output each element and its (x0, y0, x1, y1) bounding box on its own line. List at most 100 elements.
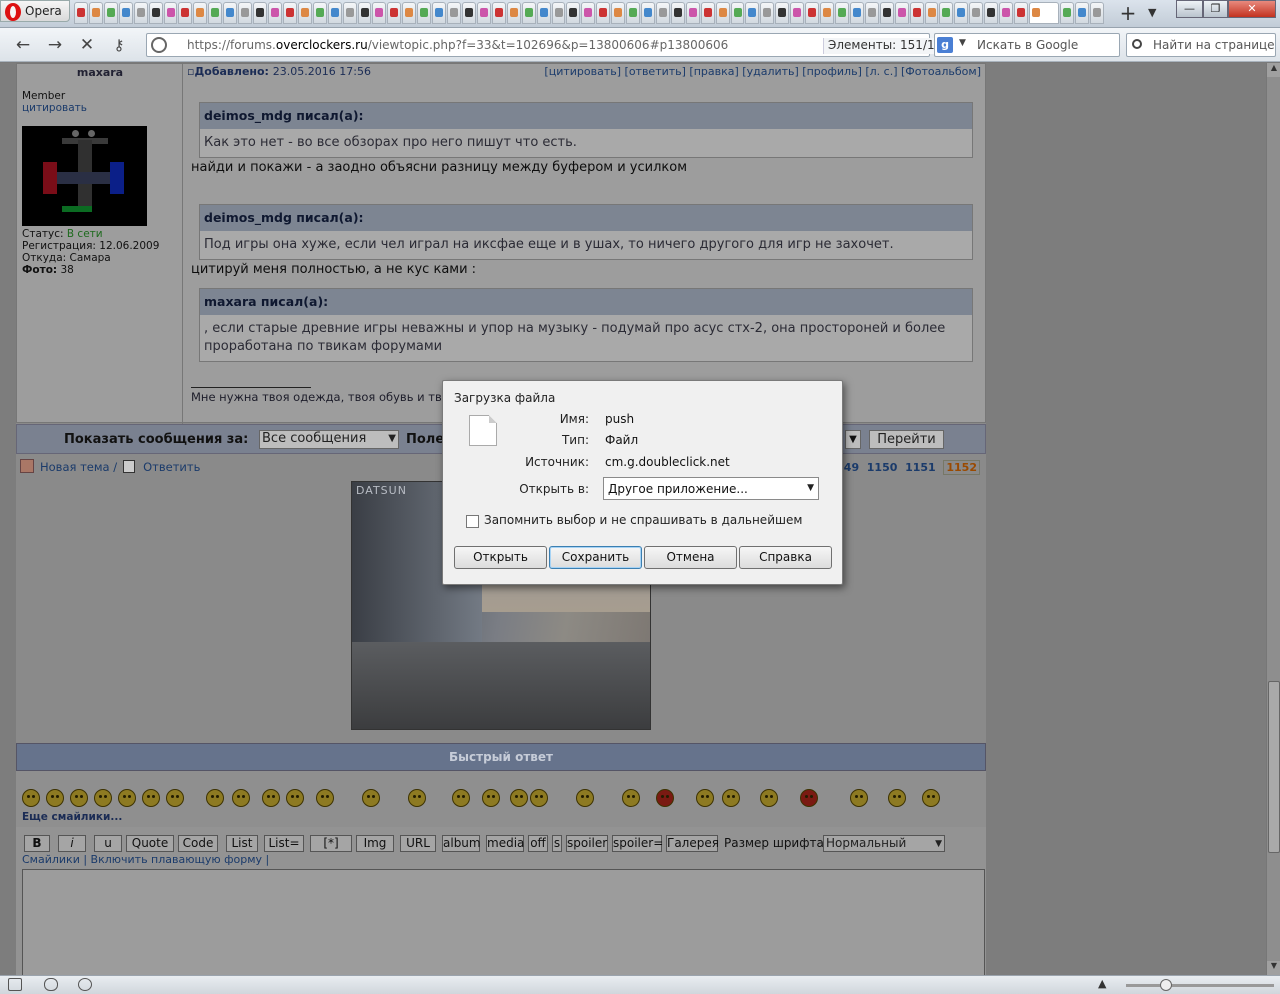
browser-tab[interactable] (1014, 2, 1028, 24)
browser-tab[interactable] (461, 2, 476, 24)
browser-tab[interactable] (566, 2, 581, 24)
browser-tab[interactable] (536, 2, 551, 24)
smiley-icon[interactable] (206, 789, 224, 807)
browser-tab[interactable] (267, 2, 282, 24)
browser-tab[interactable] (74, 2, 88, 24)
browser-tab[interactable] (984, 2, 999, 24)
toolbar-button[interactable]: Quote (126, 835, 174, 852)
editor-links[interactable]: Смайлики | Включить плавающую форму | (22, 853, 269, 866)
smiley-icon[interactable] (452, 789, 470, 807)
reply-icon[interactable] (123, 460, 136, 473)
browser-tab[interactable] (253, 2, 267, 24)
smiley-icon[interactable] (922, 789, 940, 807)
browser-tab[interactable] (730, 2, 745, 24)
toolbar-button[interactable]: Code (178, 835, 218, 852)
search-engine-dropdown-icon[interactable]: ▼ (959, 38, 966, 48)
browser-tab[interactable] (357, 2, 372, 24)
browser-tab[interactable] (506, 2, 521, 24)
toolbar-button[interactable]: media (486, 835, 524, 852)
smiley-icon[interactable] (530, 789, 548, 807)
page-scrollbar[interactable]: ▲ ▼ (1266, 63, 1280, 975)
toolbar-button[interactable]: spoiler= (612, 835, 663, 852)
page-link[interactable]: 1151 (905, 461, 936, 474)
browser-tab[interactable] (282, 2, 297, 24)
browser-tab[interactable] (327, 2, 342, 24)
sort-order-select[interactable]: ▼ (845, 430, 861, 449)
panel-toggle-icon[interactable] (8, 978, 22, 991)
browser-tab[interactable] (118, 2, 133, 24)
browser-tab[interactable] (297, 2, 312, 24)
smiley-icon[interactable] (800, 789, 818, 807)
toolbar-button[interactable]: List (226, 835, 258, 852)
tab-menu-chevron-icon[interactable]: ▼ (1148, 6, 1162, 20)
smiley-icon[interactable] (888, 789, 906, 807)
browser-tab[interactable] (969, 2, 984, 24)
smiley-icon[interactable] (576, 789, 594, 807)
browser-tab[interactable] (432, 2, 447, 24)
toolbar-button[interactable]: URL (400, 835, 436, 852)
maximize-button[interactable]: ❐ (1203, 0, 1228, 18)
toolbar-button[interactable]: s (552, 835, 562, 852)
browser-tab[interactable] (700, 2, 715, 24)
new-tab-button[interactable]: + (1118, 3, 1138, 24)
browser-tab[interactable] (208, 2, 223, 24)
wand-key-icon[interactable]: ⚷ (108, 34, 130, 56)
zoom-slider-knob[interactable] (1160, 979, 1172, 991)
zoom-up-icon[interactable]: ▲ (1098, 977, 1106, 990)
open-button[interactable]: Открыть (454, 546, 547, 569)
browser-tab[interactable] (999, 2, 1014, 24)
browser-tab[interactable] (879, 2, 894, 24)
browser-tab[interactable] (387, 2, 402, 24)
toolbar-button[interactable]: Img (356, 835, 394, 852)
toolbar-button[interactable]: B (24, 835, 50, 852)
more-smilies-link[interactable]: Еще смайлики... (22, 811, 122, 823)
site-info-icon[interactable] (151, 37, 167, 53)
browser-tab[interactable] (715, 2, 730, 24)
smiley-icon[interactable] (850, 789, 868, 807)
browser-tab[interactable] (223, 2, 238, 24)
browser-tab[interactable] (670, 2, 685, 24)
close-window-button[interactable]: ✕ (1228, 0, 1276, 18)
toolbar-button[interactable]: i (58, 835, 86, 852)
scroll-down-icon[interactable]: ▼ (1267, 961, 1280, 975)
toolbar-button[interactable]: [*] (310, 835, 352, 852)
browser-tab[interactable] (924, 2, 939, 24)
smiley-icon[interactable] (362, 789, 380, 807)
browser-tab[interactable] (641, 2, 655, 24)
browser-tab[interactable] (894, 2, 909, 24)
google-icon[interactable]: g (937, 37, 953, 53)
browser-tab[interactable] (790, 2, 805, 24)
browser-tab[interactable] (178, 2, 193, 24)
font-size-select[interactable]: Нормальный (823, 835, 945, 852)
browser-tab[interactable] (611, 2, 626, 24)
smiley-icon[interactable] (622, 789, 640, 807)
show-messages-select[interactable]: Все сообщения (259, 430, 399, 449)
browser-tab[interactable] (849, 2, 864, 24)
help-button[interactable]: Справка (739, 546, 832, 569)
forward-arrow-icon[interactable]: → (44, 34, 66, 56)
address-url[interactable]: https://forums.overclockers.ru/viewtopic… (187, 38, 728, 52)
photo-count[interactable]: 38 (57, 264, 73, 276)
reply-link[interactable]: Ответить (143, 460, 200, 474)
browser-tab[interactable] (88, 2, 103, 24)
browser-tab[interactable] (163, 2, 178, 24)
browser-tab[interactable] (1074, 2, 1089, 24)
toolbar-button[interactable]: spoiler (566, 835, 608, 852)
message-textarea[interactable] (22, 869, 985, 975)
go-button[interactable]: Перейти (869, 430, 944, 449)
browser-tab[interactable] (954, 2, 969, 24)
browser-tab[interactable] (402, 2, 417, 24)
smiley-icon[interactable] (510, 789, 528, 807)
smiley-icon[interactable] (94, 789, 112, 807)
smiley-icon[interactable] (722, 789, 740, 807)
browser-tab[interactable] (775, 2, 790, 24)
browser-tab[interactable] (312, 2, 327, 24)
new-topic-icon[interactable] (20, 459, 34, 473)
post-actions[interactable]: [цитировать] [ответить] [правка] [удалит… (544, 65, 981, 78)
browser-tab[interactable] (581, 2, 596, 24)
open-in-select[interactable]: Другое приложение... (603, 477, 819, 500)
browser-tab[interactable] (760, 2, 775, 24)
browser-tab[interactable] (835, 2, 849, 24)
toolbar-button[interactable]: album (442, 835, 481, 852)
smiley-icon[interactable] (286, 789, 304, 807)
